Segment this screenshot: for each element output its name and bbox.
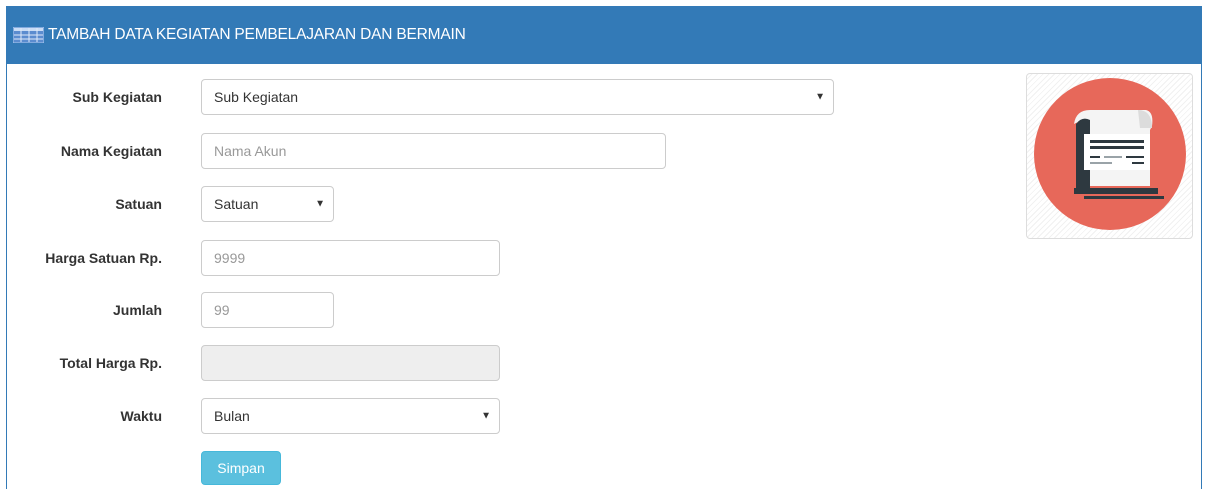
sub-kegiatan-select[interactable]: Sub Kegiatan ▼ xyxy=(201,79,834,115)
waktu-selected: Bulan xyxy=(214,408,250,424)
waktu-select[interactable]: Bulan ▼ xyxy=(201,398,500,434)
table-icon xyxy=(13,27,44,43)
total-harga-input xyxy=(201,345,500,381)
jumlah-input[interactable] xyxy=(201,292,334,328)
panel-heading: TAMBAH DATA KEGIATAN PEMBELAJARAN DAN BE… xyxy=(7,6,1201,64)
satuan-selected: Satuan xyxy=(214,196,259,212)
page-title: TAMBAH DATA KEGIATAN PEMBELAJARAN DAN BE… xyxy=(48,26,466,43)
sub-kegiatan-label: Sub Kegiatan xyxy=(72,89,162,105)
simpan-button[interactable]: Simpan xyxy=(201,451,281,485)
thumbnail-image xyxy=(1026,73,1193,239)
chevron-down-icon: ▼ xyxy=(315,198,325,210)
satuan-select[interactable]: Satuan ▼ xyxy=(201,186,334,222)
total-harga-label: Total Harga Rp. xyxy=(59,355,162,371)
sub-kegiatan-selected: Sub Kegiatan xyxy=(214,89,299,105)
document-printer-icon xyxy=(1032,76,1188,237)
waktu-label: Waktu xyxy=(120,408,162,424)
jumlah-label: Jumlah xyxy=(112,302,162,318)
harga-satuan-input[interactable] xyxy=(201,240,500,276)
nama-kegiatan-label: Nama Kegiatan xyxy=(60,143,162,159)
chevron-down-icon: ▼ xyxy=(815,91,825,103)
satuan-label: Satuan xyxy=(115,196,162,212)
chevron-down-icon: ▼ xyxy=(481,410,491,422)
nama-kegiatan-input[interactable] xyxy=(201,133,666,169)
harga-satuan-label: Harga Satuan Rp. xyxy=(45,250,162,266)
